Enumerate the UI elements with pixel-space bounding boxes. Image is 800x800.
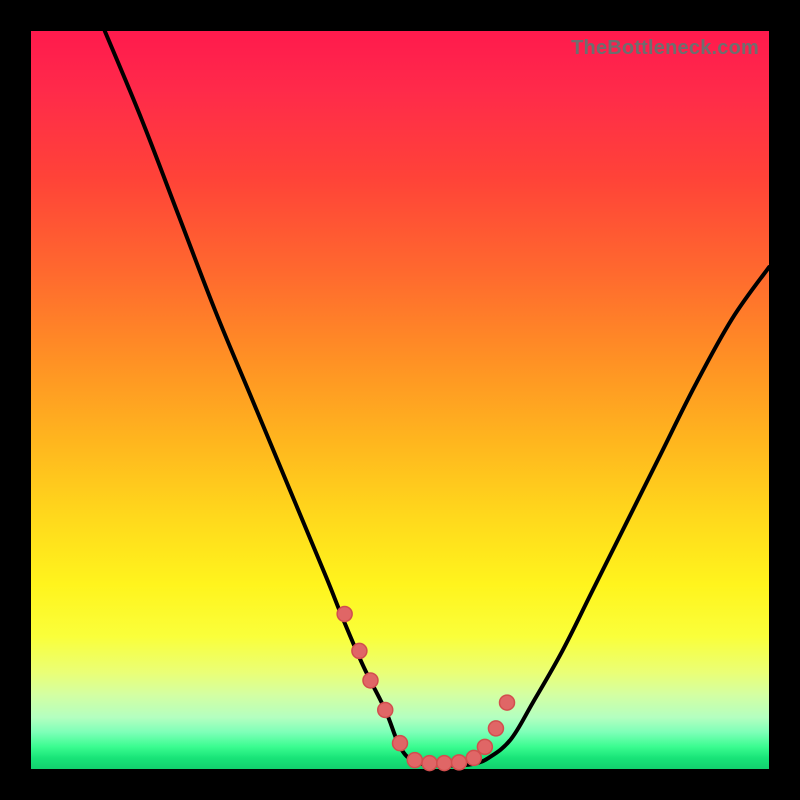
highlight-marker bbox=[407, 753, 422, 768]
highlight-marker bbox=[500, 695, 515, 710]
highlight-marker bbox=[393, 736, 408, 751]
highlight-marker bbox=[488, 721, 503, 736]
highlight-marker bbox=[452, 755, 467, 770]
highlight-marker bbox=[378, 702, 393, 717]
highlight-marker bbox=[422, 756, 437, 771]
chart-svg bbox=[31, 31, 769, 769]
plot-area: TheBottleneck.com bbox=[31, 31, 769, 769]
highlight-marker bbox=[352, 643, 367, 658]
highlight-marker bbox=[437, 756, 452, 771]
bottleneck-curve bbox=[105, 31, 769, 766]
highlight-marker bbox=[337, 607, 352, 622]
outer-frame: TheBottleneck.com bbox=[0, 0, 800, 800]
highlight-marker bbox=[477, 739, 492, 754]
marker-group bbox=[337, 607, 514, 771]
highlight-marker bbox=[363, 673, 378, 688]
